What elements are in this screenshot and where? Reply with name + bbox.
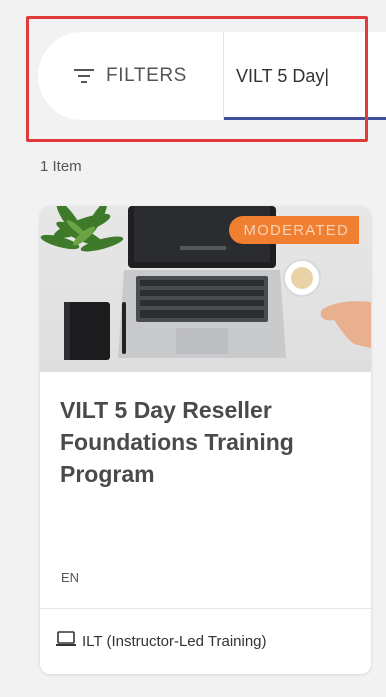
course-type-label: ILT (Instructor-Led Training) (82, 633, 267, 650)
filter-lines-icon (74, 69, 95, 83)
monitor-icon (56, 630, 76, 653)
course-thumbnail: MODERATED (40, 206, 371, 372)
filters-button[interactable]: FILTERS (38, 32, 224, 120)
course-type: ILT (Instructor-Led Training) (40, 608, 371, 674)
course-title[interactable]: VILT 5 Day Reseller Foundations Training… (40, 372, 371, 490)
search-toolbar: FILTERS (38, 32, 386, 120)
search-field (224, 32, 386, 120)
result-count: 1 Item (40, 158, 82, 175)
language-label: EN (61, 570, 80, 585)
course-card[interactable]: MODERATED VILT 5 Day Reseller Foundation… (40, 206, 371, 674)
filters-label: FILTERS (106, 65, 187, 86)
search-input[interactable] (224, 32, 386, 120)
search-focus-underline (224, 117, 386, 120)
moderated-badge: MODERATED (229, 216, 359, 244)
